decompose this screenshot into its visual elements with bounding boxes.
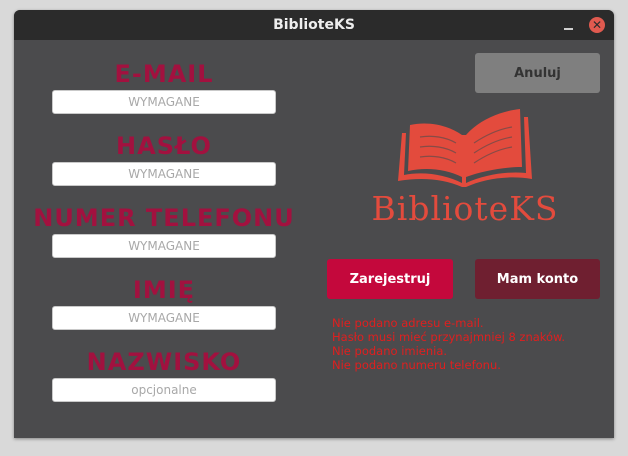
close-button[interactable]: ✕ [589,17,605,33]
app-logo: BiblioteKS [362,105,568,235]
phone-field[interactable] [52,234,276,258]
email-label: E-MAIL [114,60,214,88]
error-email: Nie podano adresu e-mail. [332,316,484,330]
last-name-label: NAZWISKO [86,348,242,376]
window-title: BiblioteKS [273,17,355,33]
app-window: BiblioteKS ✕ E-MAIL HASŁO NUMER TELEFONU… [14,10,614,438]
email-field[interactable] [52,90,276,114]
first-name-field[interactable] [52,306,276,330]
password-field[interactable] [52,162,276,186]
first-name-label: IMIĘ [132,276,196,304]
title-bar[interactable]: BiblioteKS ✕ [14,10,614,40]
last-name-field[interactable] [52,378,276,402]
error-first-name: Nie podano imienia. [332,344,448,358]
register-button[interactable]: Zarejestruj [327,259,453,299]
error-phone: Nie podano numeru telefonu. [332,358,501,372]
logo-text: BiblioteKS [371,189,559,228]
have-account-button[interactable]: Mam konto [475,259,600,299]
minimize-button[interactable] [561,17,577,33]
open-book-icon [398,109,532,187]
phone-label: NUMER TELEFONU [33,204,295,232]
error-messages: Nie podano adresu e-mail. Hasło musi mie… [332,316,614,372]
error-password: Hasło musi mieć przynajmniej 8 znaków. [332,330,566,344]
cancel-button[interactable]: Anuluj [475,53,600,93]
password-label: HASŁO [116,132,212,160]
